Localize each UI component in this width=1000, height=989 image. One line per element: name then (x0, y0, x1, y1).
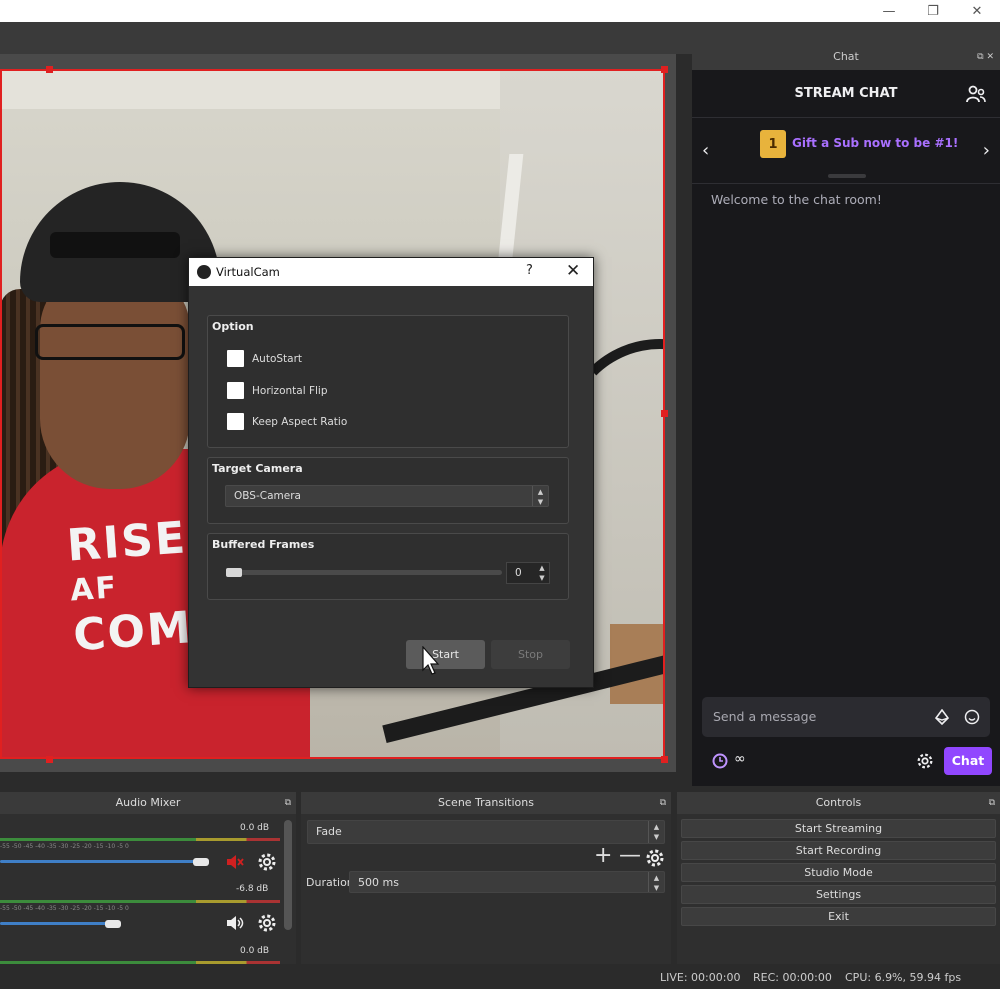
resize-handle[interactable] (661, 756, 668, 763)
horizontal-flip-checkbox[interactable] (227, 382, 244, 399)
duration-input[interactable]: 500 ms ▲ ▼ (349, 871, 665, 893)
channel-db: -6.8 dB (236, 884, 269, 894)
window-titlebar: — ❐ ✕ (0, 0, 1000, 22)
close-window-button[interactable]: ✕ (954, 0, 1000, 22)
dock-float-close-icons[interactable]: ⧉ ✕ (977, 44, 994, 70)
start-streaming-button[interactable]: Start Streaming (681, 819, 996, 838)
exit-button[interactable]: Exit (681, 907, 996, 926)
gear-icon[interactable] (916, 752, 934, 770)
buffered-frames-group: Buffered Frames 0 ▲ ▼ (207, 533, 569, 600)
audio-mixer-title: Audio Mixer ⧉ (0, 792, 296, 814)
dock-float-icon[interactable]: ⧉ (660, 792, 666, 814)
dialog-title: VirtualCam (216, 265, 280, 279)
help-button[interactable]: ? (526, 263, 533, 278)
chat-welcome-message: Welcome to the chat room! (711, 192, 882, 207)
dock-float-icon[interactable]: ⧉ (285, 792, 291, 814)
gift-icon: 1 (760, 130, 786, 158)
mouse-cursor-icon (422, 646, 440, 675)
volume-slider[interactable] (0, 860, 209, 863)
gift-sub-link[interactable]: Gift a Sub now to be #1! (792, 136, 958, 150)
live-time: LIVE: 00:00:00 (660, 971, 741, 984)
chat-message-input[interactable]: Send a message (702, 697, 990, 737)
users-icon[interactable] (966, 84, 986, 104)
points-value: ∞ (734, 751, 746, 767)
controls-title: Controls ⧉ (677, 792, 1000, 814)
rec-time: REC: 00:00:00 (753, 971, 832, 984)
settings-button[interactable]: Settings (681, 885, 996, 904)
restore-button[interactable]: ❐ (910, 0, 956, 22)
level-meter (0, 961, 280, 964)
buffered-frames-spinbox[interactable]: 0 ▲ ▼ (506, 562, 550, 584)
virtualcam-dialog: VirtualCam ? ✕ Option AutoStart Horizont… (188, 257, 594, 688)
resize-handle[interactable] (661, 66, 668, 73)
close-dialog-button[interactable]: ✕ (566, 261, 580, 281)
resize-handle[interactable] (46, 66, 53, 73)
slider-knob[interactable] (226, 568, 242, 577)
glasses (35, 324, 185, 360)
add-transition-button[interactable]: + (594, 845, 612, 867)
obs-logo-icon (197, 265, 211, 279)
start-button[interactable]: Start (406, 640, 485, 669)
start-recording-button[interactable]: Start Recording (681, 841, 996, 860)
channel-db: 0.0 dB (240, 946, 270, 956)
gear-icon[interactable] (257, 913, 277, 933)
stop-button[interactable]: Stop (491, 640, 570, 669)
meter-scale: -55 -50 -45 -40 -35 -30 -25 -20 -15 -10 … (0, 905, 129, 912)
bits-icon[interactable] (934, 709, 950, 725)
resize-handle[interactable] (46, 756, 53, 763)
volume-knob[interactable] (193, 858, 209, 866)
level-meter (0, 838, 280, 841)
chat-send-button[interactable]: Chat (944, 747, 992, 775)
muted-speaker-icon[interactable] (225, 852, 245, 872)
mixer-scrollbar[interactable] (284, 820, 292, 930)
dock-float-icon[interactable]: ⧉ (989, 792, 995, 814)
target-camera-group: Target Camera OBS-Camera ▲ ▼ (207, 457, 569, 524)
dialog-titlebar: VirtualCam ? ✕ (189, 258, 593, 286)
chat-panel: STREAM CHAT ‹ 1 Gift a Sub now to be #1!… (692, 70, 1000, 786)
cpu-fps: CPU: 6.9%, 59.94 fps (845, 971, 962, 984)
option-group: Option AutoStart Horizontal Flip Keep As… (207, 315, 569, 448)
meter-scale: -55 -50 -45 -40 -35 -30 -25 -20 -15 -10 … (0, 843, 129, 850)
channel-points-icon[interactable] (712, 753, 728, 769)
gear-icon[interactable] (257, 852, 277, 872)
status-bar: LIVE: 00:00:00 REC: 00:00:00 CPU: 6.9%, … (0, 966, 1000, 989)
remove-transition-button[interactable]: — (619, 845, 641, 867)
volume-slider[interactable] (0, 922, 121, 925)
stream-chat-header: STREAM CHAT (692, 70, 1000, 118)
gear-icon[interactable] (645, 848, 665, 868)
scene-transitions-title: Scene Transitions ⧉ (301, 792, 671, 814)
target-camera-select[interactable]: OBS-Camera ▲ ▼ (225, 485, 549, 507)
gift-sub-banner: ‹ 1 Gift a Sub now to be #1! › (692, 118, 1000, 184)
channel-db: 0.0 dB (240, 823, 270, 833)
spin-arrows-icon[interactable]: ▲ ▼ (535, 563, 549, 583)
duration-label: Duration (306, 876, 354, 889)
spin-arrows-icon[interactable]: ▲ ▼ (648, 872, 664, 892)
speaker-icon[interactable] (225, 913, 245, 933)
autostart-checkbox[interactable] (227, 350, 244, 367)
buffered-frames-slider[interactable] (226, 568, 502, 577)
volume-knob[interactable] (105, 920, 121, 928)
keep-aspect-ratio-checkbox[interactable] (227, 413, 244, 430)
level-meter (0, 900, 280, 903)
transition-select[interactable]: Fade ▲ ▼ (307, 820, 665, 844)
chevron-left-icon[interactable]: ‹ (702, 140, 709, 161)
select-arrows-icon: ▲ ▼ (532, 486, 548, 506)
studio-mode-button[interactable]: Studio Mode (681, 863, 996, 882)
minimize-button[interactable]: — (866, 0, 912, 22)
select-arrows-icon: ▲ ▼ (648, 821, 664, 843)
chevron-right-icon[interactable]: › (983, 140, 990, 161)
resize-handle[interactable] (661, 410, 668, 417)
chat-dock-title: Chat ⧉ ✕ (692, 44, 1000, 70)
emote-icon[interactable] (964, 709, 980, 725)
drag-handle[interactable] (828, 174, 866, 178)
